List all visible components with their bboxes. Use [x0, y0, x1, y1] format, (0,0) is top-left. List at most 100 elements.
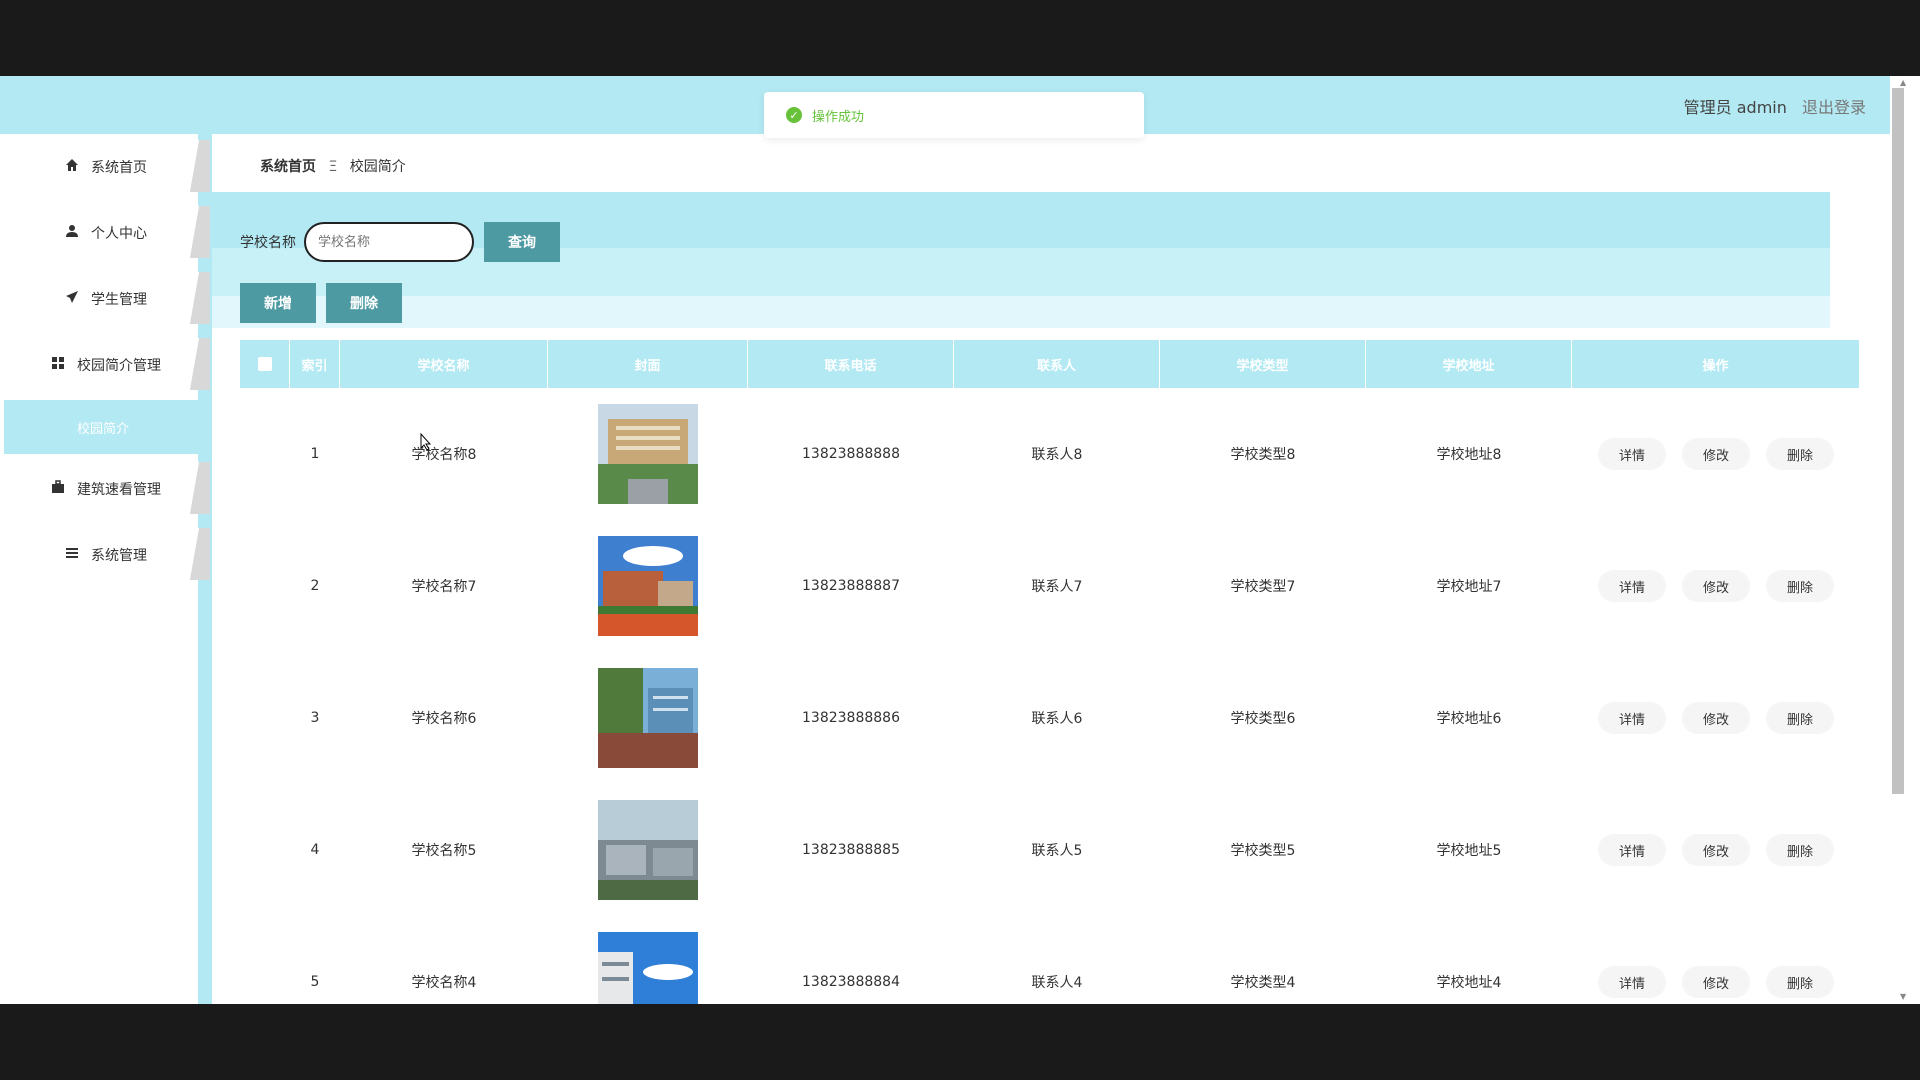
detail-button[interactable]: 详情: [1598, 834, 1666, 866]
edit-button[interactable]: 修改: [1682, 702, 1750, 734]
table-header: 索引 学校名称 封面 联系电话 联系人 学校类型 学校地址 操作: [240, 340, 1860, 388]
nav-divider: [188, 528, 210, 580]
check-circle-icon: ✓: [786, 107, 802, 123]
cover-image: [598, 932, 698, 1004]
operations-cell: 详情 修改 删除: [1572, 784, 1860, 916]
user-icon: [63, 224, 81, 242]
cover-image: [598, 800, 698, 900]
sidebar-item-label: 校园简介管理: [77, 358, 161, 374]
sidebar-item-label: 系统管理: [91, 548, 147, 564]
admin-label: 管理员 admin: [1683, 98, 1787, 117]
delete-button[interactable]: 删除: [1766, 966, 1834, 998]
select-all-cell: [240, 340, 290, 388]
breadcrumb-separator: Ξ: [328, 159, 338, 175]
delete-button[interactable]: 删除: [1766, 702, 1834, 734]
school-name-cell: 学校名称4: [411, 975, 477, 991]
toast-message: 操作成功: [812, 109, 865, 125]
grid-icon: [49, 356, 67, 374]
search-panel: 学校名称 查询 新增 删除: [212, 192, 1830, 328]
search-row: 学校名称 查询: [240, 222, 560, 262]
detail-button[interactable]: 详情: [1598, 570, 1666, 602]
index-cell: 1: [310, 446, 320, 462]
sidebar-item-label: 建筑速看管理: [77, 482, 161, 498]
detail-button[interactable]: 详情: [1598, 702, 1666, 734]
school-type-cell: 学校类型7: [1230, 579, 1296, 595]
operations-cell: 详情 修改 删除: [1572, 520, 1860, 652]
page-scrollbar[interactable]: ▲ ▼: [1890, 76, 1920, 1004]
sidebar-item-label: 个人中心: [91, 226, 147, 242]
logout-link[interactable]: 退出登录: [1802, 98, 1866, 117]
address-cell: 学校地址8: [1436, 447, 1502, 463]
edit-button[interactable]: 修改: [1682, 438, 1750, 470]
column-header: 学校类型: [1160, 340, 1366, 388]
index-cell: 3: [310, 710, 320, 726]
sidebar-item-home[interactable]: 系统首页: [0, 134, 210, 200]
row-select-cell[interactable]: [240, 388, 290, 520]
operations-cell: 详情 修改 删除: [1572, 388, 1860, 520]
panel-band: [212, 296, 1830, 328]
contact-cell: 联系人8: [1031, 447, 1083, 463]
sidebar-item-system[interactable]: 系统管理: [0, 522, 210, 588]
detail-button[interactable]: 详情: [1598, 438, 1666, 470]
school-type-cell: 学校类型6: [1230, 711, 1296, 727]
paper-plane-icon: [63, 290, 81, 308]
list-icon: [63, 546, 81, 564]
address-cell: 学校地址5: [1436, 843, 1502, 859]
table-row: 2 学校名称7 13823888887 联系人7 学校类型7 学校地址7 详情 …: [240, 520, 1860, 652]
detail-button[interactable]: 详情: [1598, 966, 1666, 998]
edit-button[interactable]: 修改: [1682, 834, 1750, 866]
school-name-cell: 学校名称5: [411, 843, 477, 859]
add-button[interactable]: 新增: [240, 283, 316, 323]
delete-button[interactable]: 删除: [1766, 570, 1834, 602]
briefcase-icon: [49, 480, 67, 498]
scroll-down-icon[interactable]: ▼: [1900, 992, 1906, 1001]
sidebar: 系统首页 个人中心 学生管理 校园简介管理 校园简介 建筑速看管理 系统管理: [0, 134, 212, 1004]
contact-cell: 联系人4: [1031, 975, 1083, 991]
table-row: 3 学校名称6 13823888886 联系人6 学校类型6 学校地址6 详情 …: [240, 652, 1860, 784]
home-icon: [63, 158, 81, 176]
column-header: 封面: [548, 340, 748, 388]
school-name-cell: 学校名称6: [411, 711, 477, 727]
cover-image: [598, 668, 698, 768]
sidebar-item-campus-intro-mgmt[interactable]: 校园简介管理: [0, 332, 210, 398]
row-select-cell[interactable]: [240, 784, 290, 916]
school-name-cell: 学校名称8: [411, 447, 477, 463]
row-select-cell[interactable]: [240, 916, 290, 1004]
batch-delete-button[interactable]: 删除: [326, 283, 402, 323]
sidebar-item-label: 系统首页: [91, 160, 147, 176]
sidebar-item-buildings[interactable]: 建筑速看管理: [0, 456, 210, 522]
school-type-cell: 学校类型5: [1230, 843, 1296, 859]
action-row: 新增 删除: [240, 283, 412, 323]
school-name-search-input[interactable]: [304, 222, 474, 262]
school-table: 索引 学校名称 封面 联系电话 联系人 学校类型 学校地址 操作 1 学校名称8: [240, 340, 1860, 1004]
cover-cell: [548, 388, 748, 520]
row-select-cell[interactable]: [240, 520, 290, 652]
scroll-up-icon[interactable]: ▲: [1900, 78, 1906, 87]
edit-button[interactable]: 修改: [1682, 570, 1750, 602]
query-button[interactable]: 查询: [484, 222, 560, 262]
contact-cell: 联系人5: [1031, 843, 1083, 859]
sidebar-item-label: 学生管理: [91, 292, 147, 308]
index-cell: 4: [310, 842, 320, 858]
operations-cell: 详情 修改 删除: [1572, 916, 1860, 1004]
sidebar-item-students[interactable]: 学生管理: [0, 266, 210, 332]
cover-cell: [548, 784, 748, 916]
delete-button[interactable]: 删除: [1766, 438, 1834, 470]
scrollbar-thumb[interactable]: [1892, 88, 1904, 794]
app-frame: 管理员 admin 退出登录 ✓ 操作成功 系统首页 个人中心 学生管理 校园简…: [0, 76, 1920, 1004]
column-header: 学校名称: [340, 340, 548, 388]
breadcrumb-home[interactable]: 系统首页: [260, 159, 316, 175]
phone-cell: 13823888888: [802, 446, 900, 462]
sidebar-item-profile[interactable]: 个人中心: [0, 200, 210, 266]
edit-button[interactable]: 修改: [1682, 966, 1750, 998]
delete-button[interactable]: 删除: [1766, 834, 1834, 866]
select-all-checkbox[interactable]: [257, 357, 272, 371]
row-select-cell[interactable]: [240, 652, 290, 784]
sidebar-subitem-campus-intro[interactable]: 校园简介: [4, 400, 208, 454]
user-area: 管理员 admin 退出登录: [1684, 94, 1866, 118]
column-header: 操作: [1572, 340, 1860, 388]
mouse-cursor-icon: [420, 433, 432, 451]
phone-cell: 13823888884: [802, 974, 900, 990]
contact-cell: 联系人6: [1031, 711, 1083, 727]
address-cell: 学校地址6: [1436, 711, 1502, 727]
